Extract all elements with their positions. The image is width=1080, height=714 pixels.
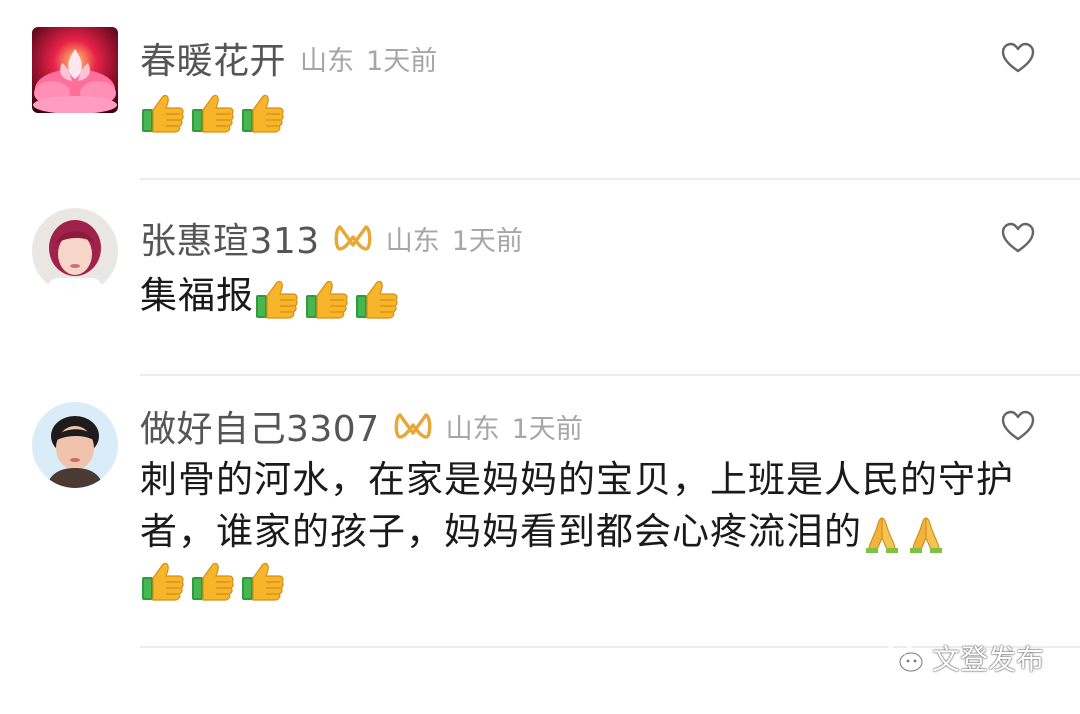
- thumbs-up-icon: [354, 276, 400, 320]
- comment-item: 春暖花开 山东 1天前: [0, 0, 1080, 180]
- avatar[interactable]: [32, 208, 118, 294]
- emoji-inline: [254, 276, 400, 320]
- username[interactable]: 做好自己3307: [140, 400, 380, 452]
- comment-body: 刺骨的河水，在家是妈妈的宝贝，上班是人民的守护者，谁家的孩子，妈妈看到都会心疼流…: [140, 454, 1045, 602]
- location: 山东: [445, 413, 500, 445]
- timestamp: 1天前: [451, 225, 523, 257]
- watermark-text: 文登发布: [931, 643, 1044, 676]
- thumbs-up-icon: [304, 276, 350, 320]
- comment-body: [140, 90, 1045, 134]
- timestamp: 1天前: [366, 45, 438, 77]
- thumbs-up-icon: [254, 276, 300, 320]
- comment-item: 做好自己3307 山东 1天前 刺骨的河水，在家是妈妈的宝贝，上班是人民的守护者，…: [0, 376, 1080, 682]
- folded-hands-icon: [862, 514, 902, 554]
- comment-meta: 山东 1天前: [300, 39, 437, 78]
- timestamp: 1天前: [511, 413, 583, 445]
- watermark: 文登发布: [884, 638, 1044, 678]
- wechat-icon: [884, 642, 923, 672]
- comment-header: 做好自己3307 山东 1天前: [140, 400, 583, 452]
- comment-header: 张惠瑄313 山东 1天前: [140, 212, 523, 264]
- like-heart-icon[interactable]: [1000, 42, 1036, 74]
- emoji-row: [140, 90, 1045, 134]
- vip-badge-icon: [334, 223, 372, 253]
- comment-item: 张惠瑄313 山东 1天前 集福报: [0, 180, 1080, 376]
- comment-text: 集福报: [140, 274, 254, 317]
- like-heart-icon[interactable]: [1000, 222, 1036, 254]
- like-heart-icon[interactable]: [1000, 410, 1036, 442]
- thumbs-up-icon: [240, 558, 286, 602]
- comment-header: 春暖花开 山东 1天前: [140, 32, 437, 84]
- username[interactable]: 张惠瑄313: [140, 212, 320, 264]
- thumbs-up-icon: [190, 558, 236, 602]
- comment-meta: 山东 1天前: [386, 219, 523, 258]
- thumbs-up-icon: [140, 90, 186, 134]
- thumbs-up-icon: [240, 90, 286, 134]
- comment-meta: 山东 1天前: [446, 407, 583, 446]
- comment-body: 集福报: [140, 270, 1045, 322]
- folded-hands-icon: [906, 514, 946, 554]
- avatar[interactable]: [32, 27, 118, 113]
- location: 山东: [385, 225, 440, 257]
- location: 山东: [300, 45, 355, 77]
- username[interactable]: 春暖花开: [140, 32, 286, 84]
- thumbs-up-icon: [140, 558, 186, 602]
- thumbs-up-icon: [190, 90, 236, 134]
- emoji-inline: [862, 514, 946, 554]
- emoji-row: [140, 558, 1045, 602]
- avatar[interactable]: [32, 402, 118, 488]
- vip-badge-icon: [394, 411, 432, 441]
